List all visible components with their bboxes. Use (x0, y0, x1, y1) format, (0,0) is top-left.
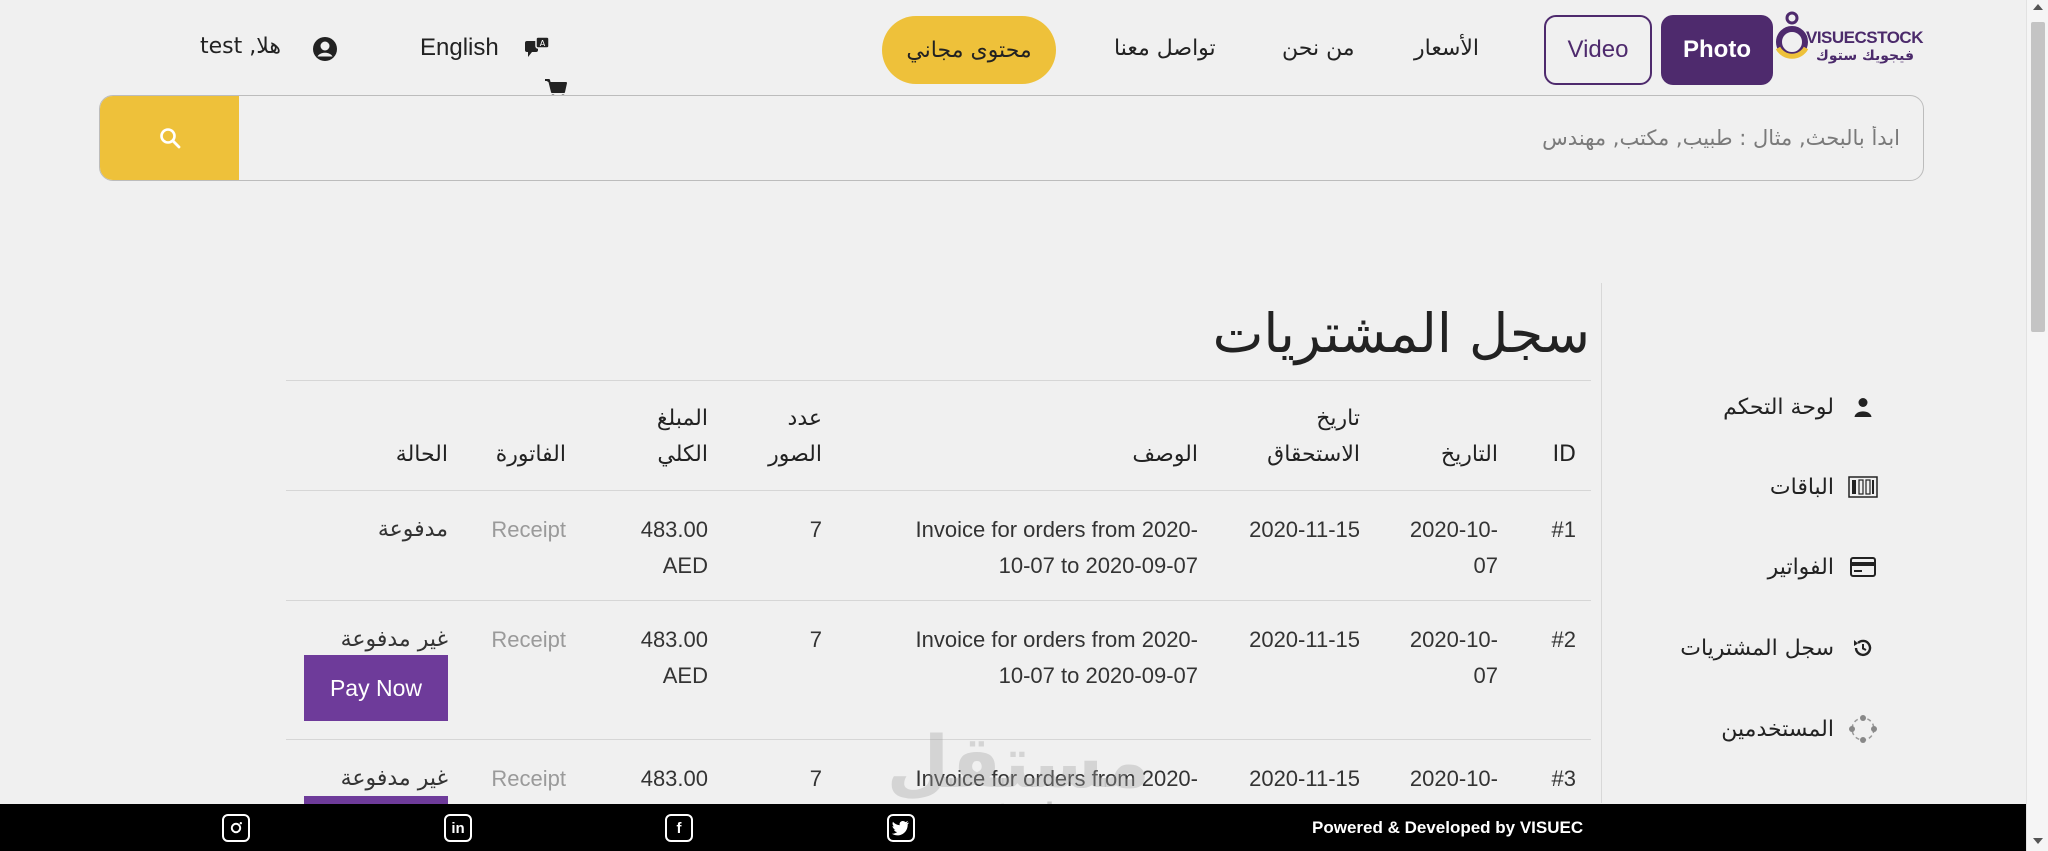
cell-total-line1: 483.00 (640, 517, 708, 542)
cell-count: 7 (809, 517, 822, 542)
pay-now-button[interactable]: Pay Now (304, 655, 448, 721)
cell-total-line1: 483.00 (640, 627, 708, 652)
sidebar-item-packages[interactable]: الباقات (1770, 470, 1880, 504)
cell-total-line1: 483.00 (640, 766, 708, 791)
language-switcher[interactable]: English (420, 34, 499, 62)
cell-due: 2020-11-15 (1249, 766, 1360, 791)
sidebar-divider (1601, 283, 1602, 803)
cell-date-line2: 07 (1473, 553, 1498, 578)
search-input[interactable] (250, 96, 1900, 180)
row-divider (286, 600, 1591, 601)
video-button[interactable]: Video (1544, 15, 1652, 85)
photo-button[interactable]: Photo (1661, 15, 1773, 85)
header-due-line1: تاريخ (1316, 406, 1360, 431)
scrollbar-thumb[interactable] (2031, 22, 2045, 332)
status-unpaid: غير مدفوعة (340, 627, 448, 652)
cell-id: #1 (1551, 517, 1576, 542)
sidebar-item-users[interactable]: المستخدمين (1721, 712, 1880, 746)
sidebar-item-label: سجل المشتريات (1680, 635, 1834, 661)
header-total-line2: الكلي (657, 442, 708, 467)
sidebar-item-label: الباقات (1769, 474, 1834, 500)
cell-description-line1: Invoice for orders from 2020- (915, 627, 1198, 652)
users-icon (1846, 712, 1880, 746)
credit-card-icon (1846, 550, 1880, 584)
cell-description-line2: 10-07 to 2020-09-07 (998, 663, 1198, 688)
cell-count: 7 (809, 766, 822, 791)
scroll-up-arrow-icon[interactable] (2033, 4, 2043, 10)
header-description: الوصف (1132, 442, 1198, 467)
history-icon (1846, 631, 1880, 665)
site-footer: in f Powered & Developed by VISUEC (0, 804, 2026, 851)
table-top-border (286, 380, 1591, 381)
cell-id: #3 (1551, 766, 1576, 791)
header-invoice: الفاتورة (495, 442, 566, 467)
cell-total-line2: AED (662, 663, 708, 688)
row-divider (286, 739, 1591, 740)
twitter-icon[interactable] (887, 814, 915, 842)
page-title: سجل المشتريات (1212, 302, 1590, 365)
nav-contact-link[interactable]: تواصل معنا (1114, 36, 1216, 61)
cell-due: 2020-11-15 (1249, 517, 1360, 542)
language-label: English (420, 34, 499, 61)
status-unpaid: غير مدفوعة (340, 766, 448, 791)
header-count-line1: عدد (787, 406, 822, 431)
cell-description-line1: Invoice for orders from 2020- (915, 517, 1198, 542)
receipt-link[interactable]: Receipt (466, 512, 566, 548)
header-total-line1: المبلغ (656, 406, 708, 431)
site-header: VISUECSTOCK فيجويك ستوك Photo Video الأس… (0, 0, 2026, 99)
table-header-border (286, 490, 1591, 491)
cell-total-line2: AED (662, 553, 708, 578)
cell-date-line1: 2020-10- (1409, 627, 1498, 652)
sidebar-item-label: المستخدمين (1721, 716, 1834, 742)
receipt-link[interactable]: Receipt (466, 761, 566, 797)
user-circle-icon[interactable] (312, 36, 338, 62)
header-count-line2: الصور (768, 442, 822, 467)
cell-id: #2 (1551, 627, 1576, 652)
search-bar (99, 95, 1924, 181)
receipt-link[interactable]: Receipt (466, 622, 566, 658)
cell-date-line1: 2020-10- (1409, 517, 1498, 542)
user-greeting: هلا, test (200, 34, 281, 59)
cell-description-line2: 10-07 to 2020-09-07 (998, 553, 1198, 578)
sidebar-item-dashboard[interactable]: لوحة التحكم (1723, 390, 1880, 424)
cell-date-line1: 2020-10- (1409, 766, 1498, 791)
user-menu[interactable]: هلا, test (200, 34, 281, 59)
sidebar-item-invoices[interactable]: الفواتير (1768, 550, 1880, 584)
nav-prices-link[interactable]: الأسعار (1414, 36, 1479, 61)
facebook-icon[interactable]: f (665, 814, 693, 842)
free-content-button[interactable]: محتوى مجاني (882, 16, 1056, 84)
header-status: الحالة (395, 442, 448, 467)
powered-by-text: Powered & Developed by VISUEC (1312, 818, 1584, 837)
logo-text-arabic: فيجويك ستوك (1816, 48, 1915, 64)
header-date: التاريخ (1440, 442, 1498, 467)
sidebar-item-label: لوحة التحكم (1723, 394, 1834, 420)
header-due-line2: الاستحقاق (1267, 442, 1360, 467)
search-icon (159, 128, 180, 149)
user-icon (1846, 390, 1880, 424)
packages-icon (1846, 470, 1880, 504)
instagram-icon[interactable] (222, 814, 250, 842)
sidebar-item-purchase-history[interactable]: سجل المشتريات (1680, 631, 1880, 665)
pay-now-button-partial[interactable] (304, 796, 448, 804)
scroll-down-arrow-icon[interactable] (2033, 838, 2043, 844)
search-button[interactable] (100, 96, 239, 180)
cell-count: 7 (809, 627, 822, 652)
cell-due: 2020-11-15 (1249, 627, 1360, 652)
cell-date-line2: 07 (1473, 663, 1498, 688)
brand-logo[interactable]: VISUECSTOCK فيجويك ستوك (1770, 8, 1970, 68)
logo-text-latin: VISUECSTOCK (1806, 28, 1924, 47)
svg-text:A: A (540, 39, 546, 48)
header-id: ID (1552, 442, 1576, 467)
linkedin-icon[interactable]: in (444, 814, 472, 842)
language-icon[interactable]: A (524, 36, 550, 58)
status-paid: مدفوعة (377, 517, 448, 542)
page-scrollbar[interactable] (2026, 0, 2048, 851)
nav-about-link[interactable]: من نحن (1282, 36, 1355, 61)
cell-description-line1: Invoice for orders from 2020- (915, 766, 1198, 791)
sidebar-item-label: الفواتير (1767, 554, 1834, 580)
